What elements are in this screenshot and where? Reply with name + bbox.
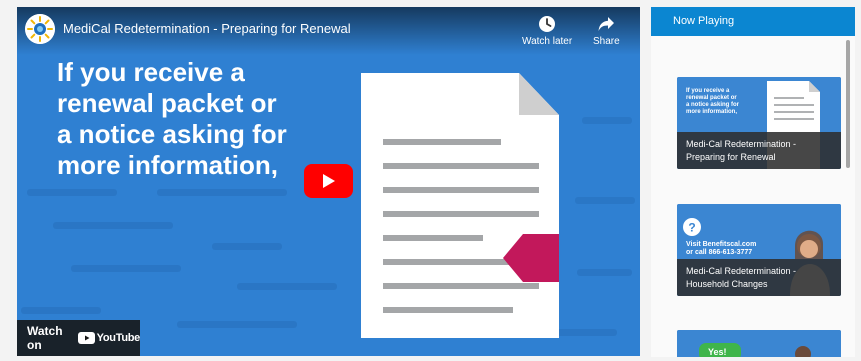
- video-headline: If you receive a renewal packet or a not…: [57, 57, 357, 181]
- channel-avatar[interactable]: [25, 14, 55, 44]
- youtube-logo: YouTube: [77, 332, 141, 344]
- document-illustration: [361, 73, 559, 338]
- thumbnail-text: Visit Benefitscal.com or call 866-613-37…: [686, 241, 756, 257]
- playlist-item-title: Medi-Cal Redetermination - Preparing for…: [686, 139, 797, 162]
- watch-on-youtube-button[interactable]: Watch on YouTube: [17, 320, 140, 356]
- thumbnail-line: If you receive a: [686, 88, 730, 94]
- playlist-item[interactable]: If you receive a renewal packet or a not…: [677, 77, 841, 169]
- thumbnail-line: renewal packet or: [686, 95, 737, 101]
- thumbnail-line: Visit Benefitscal.com: [686, 241, 757, 248]
- watch-on-label: Watch on: [27, 324, 63, 352]
- now-playing-header: Now Playing: [651, 7, 855, 36]
- thumbnail-line: more information,: [686, 109, 738, 115]
- playlist-item-caption: Medi-Cal Redetermination - Household Cha…: [677, 259, 841, 296]
- video-player[interactable]: MediCal Redetermination - Preparing for …: [17, 7, 640, 356]
- playlist-panel: Now Playing If you receive a renewal pac…: [651, 7, 855, 357]
- now-playing-label: Now Playing: [673, 15, 735, 27]
- thumbnail-line: a notice asking for: [686, 102, 740, 108]
- watch-later-button[interactable]: Watch later: [522, 15, 572, 47]
- youtube-play-icon: [77, 332, 95, 344]
- watch-later-label: Watch later: [522, 36, 573, 47]
- thumbnail-line: or call 866-613-3777: [686, 249, 753, 256]
- playlist-item-title: Medi-Cal Redetermination - Household Cha…: [686, 266, 797, 289]
- headline-line: renewal packet or: [57, 88, 277, 118]
- video-thumbnail: [677, 330, 841, 357]
- svg-text:?: ?: [688, 221, 695, 235]
- share-button[interactable]: Share: [593, 15, 620, 47]
- video-title[interactable]: MediCal Redetermination - Preparing for …: [63, 21, 351, 36]
- sun-logo-icon: [25, 14, 55, 44]
- play-button[interactable]: [304, 164, 353, 198]
- thumbnail-text: If you receive a renewal packet or a not…: [686, 88, 739, 116]
- playlist-item[interactable]: ? Visit Benefitscal.com or call 866-613-…: [677, 204, 841, 296]
- playlist-item-caption: Medi-Cal Redetermination - Preparing for…: [677, 132, 841, 169]
- yes-badge: Yes!: [708, 347, 727, 357]
- playlist-item[interactable]: Yes!: [677, 330, 841, 357]
- clock-icon: [539, 16, 556, 32]
- youtube-wordmark: YouTube: [96, 332, 141, 344]
- headline-line: If you receive a: [57, 57, 245, 87]
- playlist-scrollbar[interactable]: [846, 40, 850, 168]
- headline-line: a notice asking for: [57, 119, 287, 149]
- share-label: Share: [593, 36, 620, 47]
- share-arrow-icon: [598, 17, 615, 31]
